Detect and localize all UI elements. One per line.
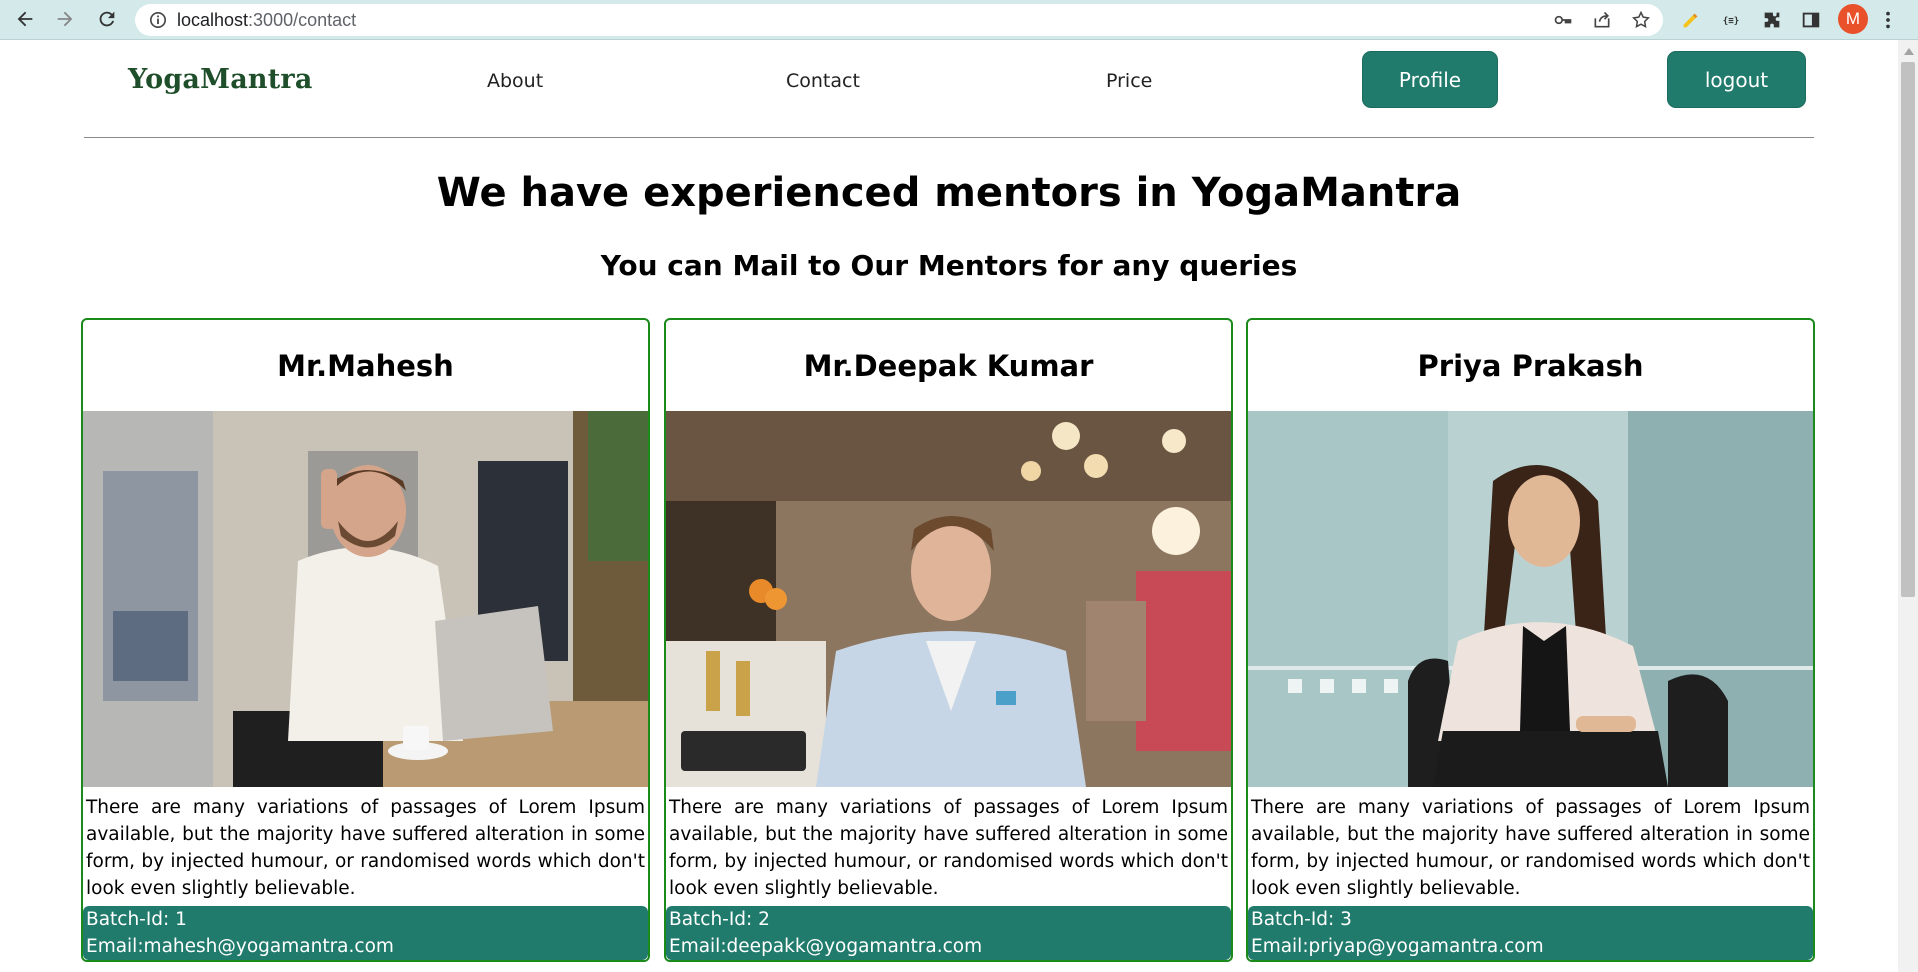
pencil-extension-icon[interactable] xyxy=(1677,6,1705,34)
mentor-name: Mr.Deepak Kumar xyxy=(803,349,1094,383)
profile-avatar[interactable]: M xyxy=(1838,4,1868,34)
brand-logo[interactable]: YogaMantra xyxy=(128,64,313,95)
mentor-description: There are many variations of passages of… xyxy=(1251,797,1810,899)
mentor-description: There are many variations of passages of… xyxy=(86,797,645,899)
mentor-contact-footer: Batch-Id: 1 Email:mahesh@yogamantra.com xyxy=(83,906,648,960)
nav-link-contact[interactable]: Contact xyxy=(786,70,860,92)
mentor-email[interactable]: Email:deepakk@yogamantra.com xyxy=(669,933,1231,960)
browser-toolbar: localhost:3000/contact {≡} M xyxy=(0,0,1918,40)
more-menu-icon[interactable] xyxy=(1879,6,1897,34)
logout-button[interactable]: logout xyxy=(1667,51,1806,108)
page-title: We have experienced mentors in YogaMantr… xyxy=(436,170,1462,216)
profile-button[interactable]: Profile xyxy=(1362,51,1498,108)
mentor-card: Priya Prakash There are many variations … xyxy=(1246,318,1815,962)
mentor-contact-footer: Batch-Id: 3 Email:priyap@yogamantra.com xyxy=(1248,906,1813,960)
address-bar[interactable]: localhost:3000/contact xyxy=(135,4,1663,36)
mentor-batch-id: Batch-Id: 1 xyxy=(86,909,187,930)
svg-text:{≡}: {≡} xyxy=(1723,16,1740,27)
mentor-photo xyxy=(666,411,1231,787)
mentor-card: Mr.Mahesh There are many variations of p… xyxy=(81,318,650,962)
site-info-icon[interactable] xyxy=(149,11,167,29)
mentor-batch-id: Batch-Id: 3 xyxy=(1251,909,1352,930)
forward-icon[interactable] xyxy=(50,4,80,34)
key-icon[interactable] xyxy=(1553,10,1573,30)
mentor-email[interactable]: Email:mahesh@yogamantra.com xyxy=(86,933,648,960)
scroll-up-icon[interactable] xyxy=(1904,48,1914,55)
mentor-photo xyxy=(83,411,648,787)
mentor-name: Mr.Mahesh xyxy=(277,349,454,383)
nav-link-about[interactable]: About xyxy=(487,70,543,92)
nav-link-price[interactable]: Price xyxy=(1106,70,1152,92)
back-icon[interactable] xyxy=(10,4,40,34)
reload-icon[interactable] xyxy=(92,4,122,34)
extensions-puzzle-icon[interactable] xyxy=(1758,6,1786,34)
share-icon[interactable] xyxy=(1592,10,1612,30)
scrollbar-thumb[interactable] xyxy=(1901,62,1915,597)
page-subtitle: You can Mail to Our Mentors for any quer… xyxy=(600,249,1298,282)
mentor-photo xyxy=(1248,411,1813,787)
url-text: localhost:3000/contact xyxy=(177,10,356,31)
mentor-email[interactable]: Email:priyap@yogamantra.com xyxy=(1251,933,1813,960)
url-path: :3000/contact xyxy=(248,9,357,30)
json-extension-icon[interactable]: {≡} xyxy=(1717,6,1745,34)
side-panel-icon[interactable] xyxy=(1797,6,1825,34)
site-navbar: YogaMantra About Contact Price Profile l… xyxy=(0,40,1898,138)
mentor-batch-id: Batch-Id: 2 xyxy=(669,909,770,930)
url-host: localhost xyxy=(177,9,249,30)
mentor-card: Mr.Deepak Kumar There are many variation… xyxy=(664,318,1233,962)
bookmark-star-icon[interactable] xyxy=(1631,10,1651,30)
nav-divider xyxy=(84,137,1814,138)
mentor-name: Priya Prakash xyxy=(1417,349,1644,383)
mentor-contact-footer: Batch-Id: 2 Email:deepakk@yogamantra.com xyxy=(666,906,1231,960)
mentor-description: There are many variations of passages of… xyxy=(669,797,1228,899)
